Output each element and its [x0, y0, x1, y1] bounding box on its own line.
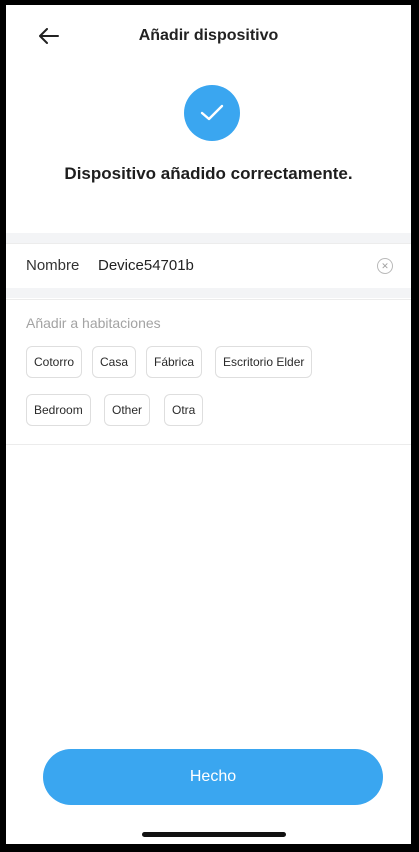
- clear-circle-icon: ✕: [381, 260, 389, 271]
- rooms-section: Añadir a habitaciones Cotorro Casa Fábri…: [6, 299, 411, 445]
- name-field-row: Nombre Device54701b ✕: [6, 243, 411, 289]
- room-chip-casa[interactable]: Casa: [92, 346, 137, 378]
- page-title: Añadir dispositivo: [138, 27, 279, 44]
- room-chip-other[interactable]: Other: [104, 394, 151, 426]
- header: Añadir dispositivo: [6, 5, 411, 67]
- app-screen: Añadir dispositivo Dispositivo añadido c…: [6, 5, 411, 844]
- section-divider: [6, 233, 411, 243]
- checkmark-icon: [200, 104, 224, 121]
- room-chip-bedroom[interactable]: Bedroom: [26, 394, 91, 426]
- room-chip-cotorro[interactable]: Cotorro: [26, 346, 83, 378]
- name-field-label: Nombre: [26, 257, 80, 274]
- name-field-input[interactable]: Device54701b: [98, 257, 194, 274]
- room-chip-fabrica[interactable]: Fábrica: [146, 346, 203, 378]
- room-chip-escritorio-elder[interactable]: Escritorio Elder: [215, 346, 313, 378]
- section-divider: [6, 288, 411, 298]
- home-indicator: [142, 832, 286, 837]
- rooms-section-label: Añadir a habitaciones: [26, 315, 161, 331]
- clear-name-button[interactable]: ✕: [377, 258, 393, 274]
- success-message: Dispositivo añadido correctamente.: [64, 164, 353, 183]
- success-indicator: [184, 85, 240, 141]
- room-chip-otra[interactable]: Otra: [164, 394, 204, 426]
- done-button[interactable]: Hecho: [43, 749, 383, 805]
